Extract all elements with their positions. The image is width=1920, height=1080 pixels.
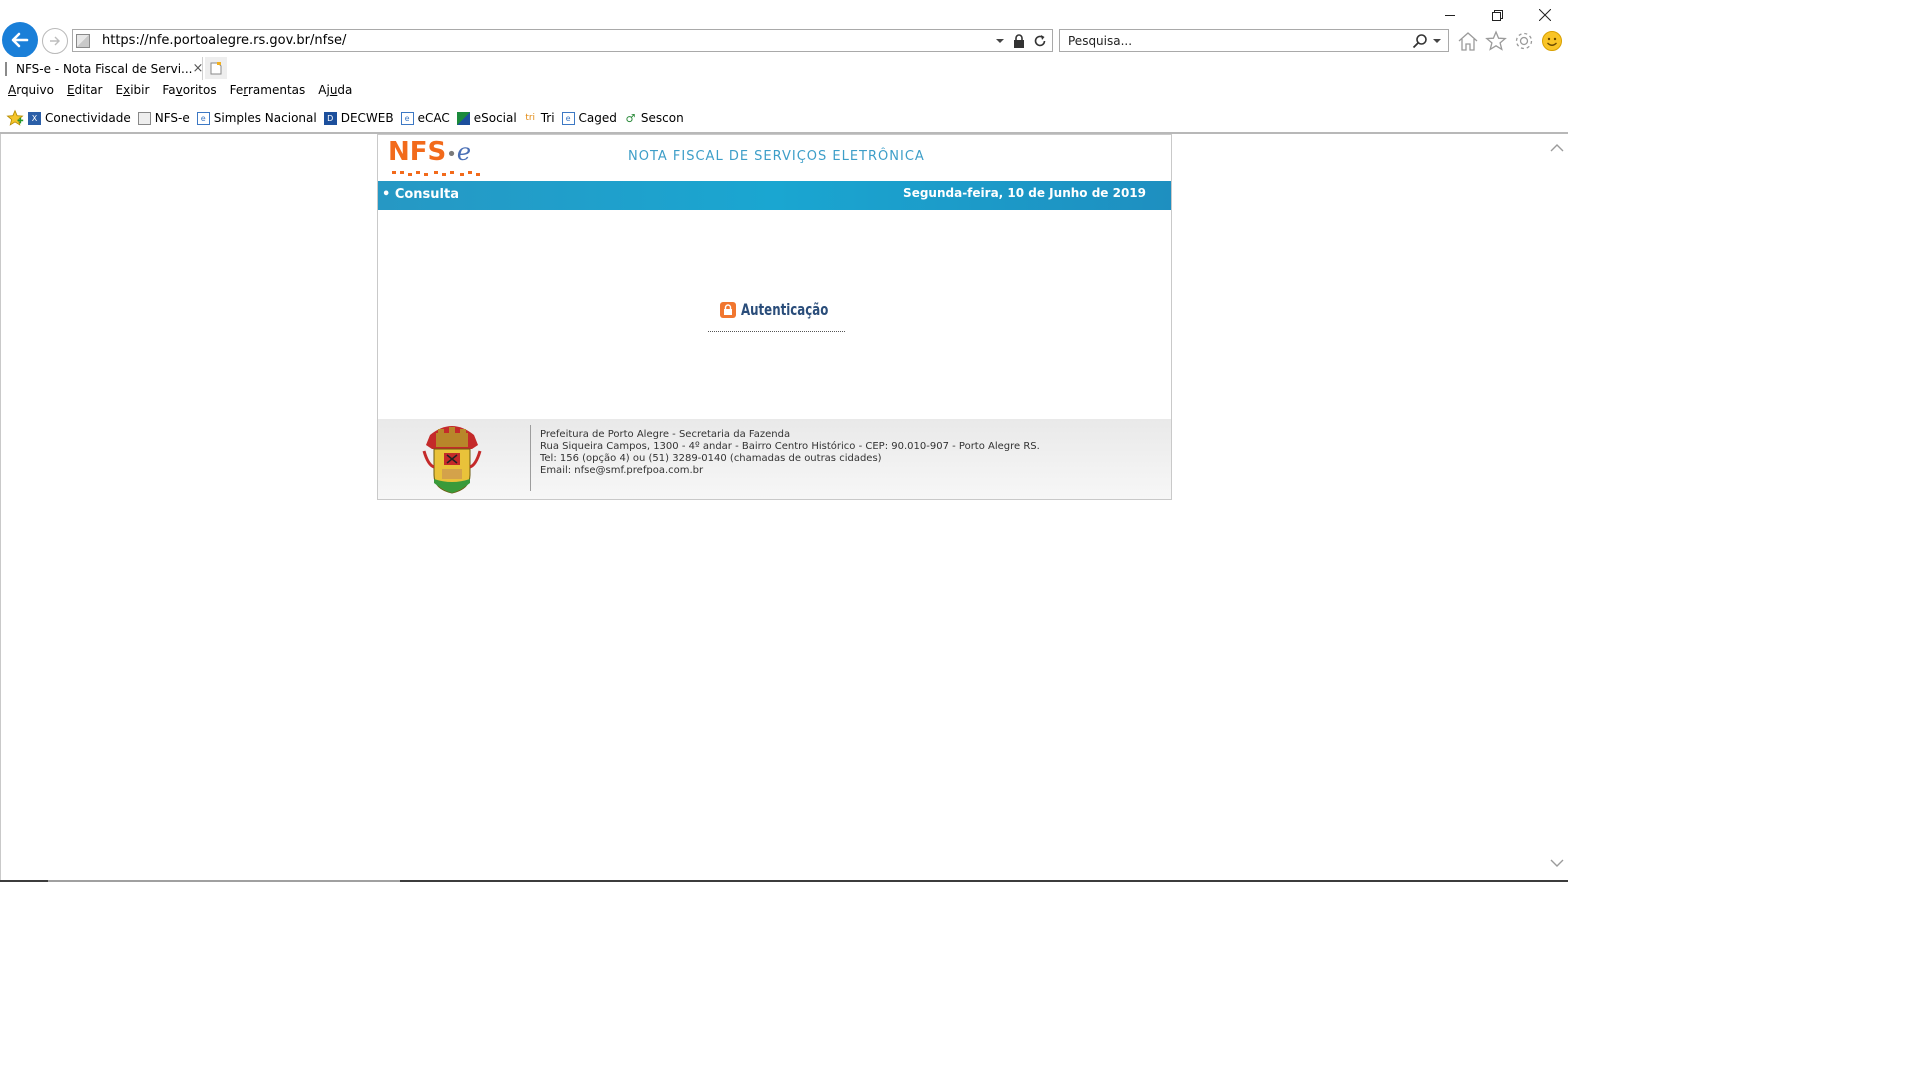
favorites-add-star-icon <box>6 109 24 126</box>
home-icon[interactable] <box>1457 30 1479 52</box>
footer-separator <box>530 425 531 491</box>
auth-title: Autenticação <box>741 300 829 319</box>
favorite-tri[interactable]: tri Tri <box>524 111 554 125</box>
current-date: Segunda-feira, 10 de Junho de 2019 <box>903 186 1146 200</box>
arrow-right-icon <box>50 36 60 46</box>
search-dropdown-icon[interactable] <box>1432 36 1442 46</box>
arrow-left-icon <box>11 32 29 48</box>
ie-page-icon: e <box>196 111 210 125</box>
nfse-logo: NFS•e <box>388 137 480 176</box>
url-text[interactable]: https://nfe.portoalegre.rs.gov.br/nfse/ <box>102 33 995 48</box>
logo-dots-decoration <box>392 171 480 176</box>
ie-page-icon: e <box>561 111 575 125</box>
search-box[interactable] <box>1059 29 1449 52</box>
refresh-icon[interactable] <box>1033 34 1047 48</box>
favorite-simples-nacional[interactable]: e Simples Nacional <box>196 111 317 125</box>
favorite-esocial[interactable]: eSocial <box>456 111 517 125</box>
search-icon[interactable] <box>1412 33 1428 49</box>
favorite-decweb[interactable]: D DECWEB <box>323 111 394 125</box>
tab-favicon-icon <box>5 61 7 76</box>
favorites-bar-star[interactable] <box>6 109 24 127</box>
gear-icon[interactable] <box>1513 30 1535 52</box>
smiley-feedback-icon[interactable] <box>1541 30 1563 52</box>
auth-heading[interactable]: Autenticação <box>720 300 847 319</box>
scroll-up-icon[interactable] <box>1550 140 1564 156</box>
header-title: NOTA FISCAL DE SERVIÇOS ELETRÔNICA <box>628 149 925 164</box>
footer-contact-info: Prefeitura de Porto Alegre - Secretaria … <box>540 429 1040 477</box>
page-favicon-icon <box>76 33 90 48</box>
nfse-container: NFS•e NOTA FISCAL DE SERVIÇOS ELETRÔNICA… <box>377 134 1172 500</box>
sescon-icon: ♂ <box>625 111 636 125</box>
address-bar[interactable]: https://nfe.portoalegre.rs.gov.br/nfse/ <box>72 29 1053 52</box>
tab-nfse[interactable]: NFS-e - Nota Fiscal de Servi... × <box>0 57 203 80</box>
dropdown-arrow-icon[interactable] <box>995 36 1005 46</box>
window-controls <box>1427 0 1568 30</box>
favorite-conectividade[interactable]: X Conectividade <box>28 111 131 125</box>
favorite-sescon[interactable]: ♂ Sescon <box>624 111 683 125</box>
menu-ajuda[interactable]: Ajuda <box>318 83 352 97</box>
nav-bar: • Consulta Segunda-feira, 10 de Junho de… <box>378 181 1171 210</box>
scroll-down-icon[interactable] <box>1550 856 1564 872</box>
esocial-icon <box>456 111 470 125</box>
lock-icon[interactable] <box>1013 33 1025 48</box>
back-button[interactable] <box>2 22 38 58</box>
decweb-icon: D <box>323 111 337 125</box>
favorite-nfse[interactable]: NFS-e <box>137 111 190 125</box>
porto-alegre-coat-of-arms-icon <box>422 426 482 494</box>
footer-line-org: Prefeitura de Porto Alegre - Secretaria … <box>540 429 791 440</box>
forward-button[interactable] <box>42 28 68 54</box>
ie-page-icon: e <box>400 111 414 125</box>
new-tab-icon <box>210 61 222 74</box>
toolbar-icons <box>1457 30 1563 52</box>
favorites-bar: X Conectividade NFS-e e Simples Nacional D… <box>6 109 691 127</box>
menu-ferramentas[interactable]: Ferramentas <box>230 83 306 97</box>
menu-favoritos[interactable]: Favoritos <box>162 83 216 97</box>
favorite-caged[interactable]: e Caged <box>561 111 617 125</box>
restore-icon[interactable] <box>1474 0 1521 30</box>
tab-close-icon[interactable]: × <box>193 61 204 76</box>
menu-exibir[interactable]: Exibir <box>116 83 150 97</box>
close-icon[interactable] <box>1521 0 1568 30</box>
menu-editar[interactable]: Editar <box>67 83 103 97</box>
tri-icon: tri <box>525 113 536 123</box>
tab-strip: NFS-e - Nota Fiscal de Servi... × <box>0 57 1568 80</box>
favorite-ecac[interactable]: e eCAC <box>400 111 450 125</box>
page-icon <box>137 111 151 125</box>
footer-line-phone: Tel: 156 (opção 4) ou (51) 3289-0140 (ch… <box>540 453 882 464</box>
menu-arquivo[interactable]: Arquivo <box>8 83 54 97</box>
footer-line-address: Rua Siqueira Campos, 1300 - 4º andar - B… <box>540 441 1040 452</box>
nfse-footer: Prefeitura de Porto Alegre - Secretaria … <box>378 419 1171 499</box>
footer-line-email[interactable]: Email: nfse@smf.prefpoa.com.br <box>540 465 1040 477</box>
conectividade-icon: X <box>28 111 41 125</box>
search-input[interactable] <box>1066 32 1412 49</box>
scrollbar-thumb[interactable] <box>48 880 400 882</box>
new-tab-button[interactable] <box>205 57 227 79</box>
nfse-header: NFS•e NOTA FISCAL DE SERVIÇOS ELETRÔNICA <box>378 135 1171 181</box>
horizontal-scrollbar[interactable] <box>0 880 1568 882</box>
minimize-icon[interactable] <box>1427 0 1474 30</box>
padlock-icon <box>720 301 736 318</box>
auth-divider <box>708 331 845 332</box>
nav-consulta-link[interactable]: • Consulta <box>382 187 459 202</box>
menu-bar: Arquivo Editar Exibir Favoritos Ferramen… <box>8 83 365 97</box>
favorites-star-icon[interactable] <box>1485 30 1507 52</box>
tab-title: NFS-e - Nota Fiscal de Servi... <box>16 61 193 76</box>
